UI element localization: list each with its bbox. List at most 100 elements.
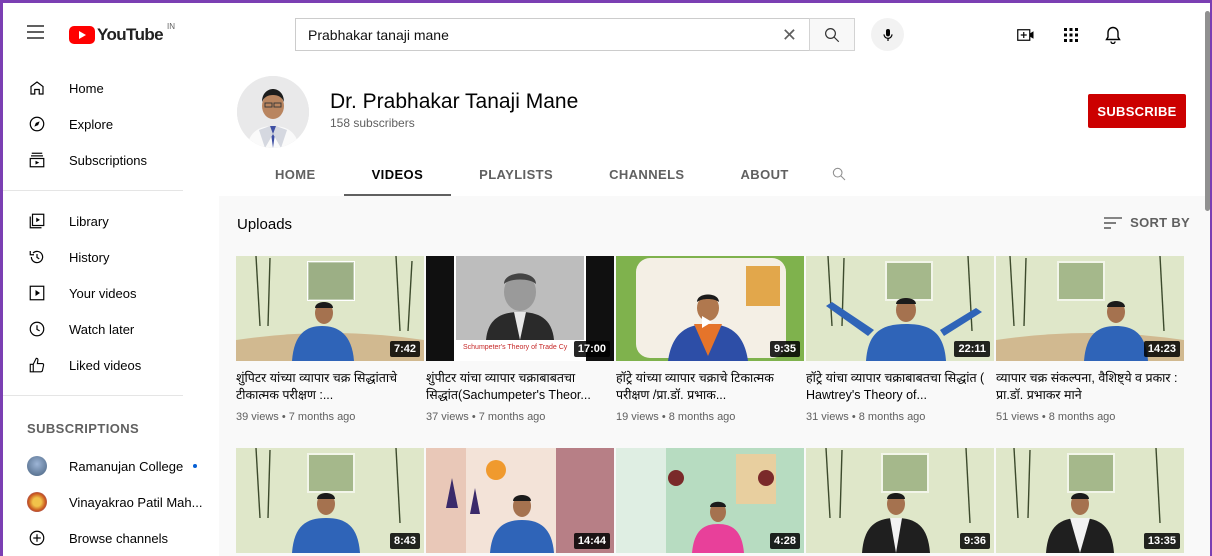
search-query: Prabhakar tanaji mane (308, 26, 449, 43)
sidebar-item-home[interactable]: Home (3, 70, 219, 106)
sidebar-channel-label: Ramanujan College (69, 458, 184, 474)
video-thumbnail[interactable]: 13:35 (996, 448, 1184, 553)
video-meta: 19 views • 8 months ago (616, 411, 736, 423)
new-content-dot (193, 464, 198, 468)
apps-icon[interactable] (1061, 25, 1081, 45)
sidebar-channel-ramanujan[interactable]: Ramanujan College (3, 448, 219, 484)
search-button[interactable] (809, 18, 855, 51)
page-scrollbar[interactable] (1205, 11, 1210, 211)
youtube-logo[interactable]: YouTube IN (69, 21, 175, 45)
video-duration: 14:44 (573, 533, 610, 549)
video-title[interactable]: शुंपीटर यांचा व्यापार चक्राबाबतचा सिद्धा… (426, 370, 614, 404)
channel-header: Dr. Prabhakar Tanaji Mane 158 subscriber… (219, 58, 1210, 196)
video-card[interactable]: 4:28 (616, 448, 804, 553)
video-card[interactable]: 7:42 शुंपिटर यांच्या व्यापार चक्र सिद्धा… (236, 256, 424, 423)
tab-playlists[interactable]: PLAYLISTS (451, 152, 581, 196)
video-thumbnail[interactable]: 14:23 (996, 256, 1184, 361)
create-icon[interactable] (1016, 25, 1036, 45)
your-videos-icon (27, 283, 47, 303)
sidebar-divider (3, 395, 183, 396)
sidebar-item-label: Liked videos (69, 357, 142, 373)
mic-icon (882, 28, 893, 41)
sidebar-item-label: Your videos (69, 285, 137, 301)
video-card[interactable]: 14:44 (426, 448, 614, 553)
sidebar: Home Explore Subscriptions Library Histo… (3, 58, 219, 556)
tab-videos[interactable]: VIDEOS (343, 152, 452, 196)
sidebar-channel-vinayakrao[interactable]: Vinayakrao Patil Mah... (3, 484, 219, 520)
video-title[interactable]: व्यापार चक्र संकल्पना, वैशिष्ट्ये व प्रक… (996, 370, 1184, 404)
video-card[interactable]: Schumpeter's Theory of Trade Cy 17:00 शु… (426, 256, 614, 423)
video-thumbnail[interactable]: 8:43 (236, 448, 424, 553)
video-card[interactable]: 13:35 (996, 448, 1184, 553)
browser-frame: YouTube IN Prabhakar tanaji mane ✕ Home (0, 0, 1212, 556)
video-meta: 31 views • 8 months ago (806, 411, 926, 423)
video-duration: 17:00 (573, 341, 610, 357)
clock-icon (27, 319, 47, 339)
browse-channels[interactable]: Browse channels (3, 520, 219, 556)
channel-avatar[interactable] (237, 76, 309, 148)
sidebar-item-label: History (69, 249, 110, 265)
video-title[interactable]: हॉट्रे यांच्या व्यापार चक्राचे टिकात्मक … (616, 370, 804, 404)
tab-channels[interactable]: CHANNELS (581, 152, 712, 196)
browse-channels-label: Browse channels (69, 530, 168, 546)
channel-avatar (27, 456, 47, 476)
video-thumbnail[interactable]: 7:42 (236, 256, 424, 361)
sidebar-item-watch-later[interactable]: Watch later (3, 311, 219, 347)
subscriptions-heading: SUBSCRIPTIONS (27, 420, 140, 436)
thumbnail-caption: Schumpeter's Theory of Trade Cy (463, 344, 568, 351)
video-thumbnail[interactable]: 9:35 (616, 256, 804, 361)
video-meta: 39 views • 7 months ago (236, 411, 356, 423)
voice-search-button[interactable] (871, 18, 904, 51)
video-duration: 9:35 (769, 341, 800, 357)
sort-label: SORT BY (1130, 215, 1190, 230)
video-duration: 8:43 (389, 533, 420, 549)
uploads-heading: Uploads (237, 216, 293, 233)
video-card[interactable]: 22:11 हॉट्रे यांचा व्यापार चक्राबाबतचा स… (806, 256, 994, 423)
video-title[interactable]: शुंपिटर यांच्या व्यापार चक्र सिद्धांताचे… (236, 370, 424, 404)
video-card[interactable]: 9:36 (806, 448, 994, 553)
video-card[interactable]: 9:35 हॉट्रे यांच्या व्यापार चक्राचे टिका… (616, 256, 804, 423)
video-card[interactable]: 8:43 (236, 448, 424, 553)
sidebar-item-label: Library (69, 213, 109, 229)
sidebar-channel-label: Vinayakrao Patil Mah... (69, 494, 203, 510)
channel-search-icon[interactable] (817, 152, 847, 196)
country-code: IN (167, 21, 175, 31)
video-card[interactable]: 14:23 व्यापार चक्र संकल्पना, वैशिष्ट्ये … (996, 256, 1184, 423)
sidebar-item-explore[interactable]: Explore (3, 106, 219, 142)
history-icon (27, 247, 47, 267)
sidebar-divider (3, 190, 183, 191)
subscribe-button[interactable]: SUBSCRIBE (1088, 94, 1186, 128)
video-thumbnail[interactable]: 14:44 (426, 448, 614, 553)
video-thumbnail[interactable]: 4:28 (616, 448, 804, 553)
subscriptions-icon (27, 150, 47, 170)
video-duration: 7:42 (389, 341, 420, 357)
sidebar-item-label: Watch later (69, 321, 135, 337)
menu-icon[interactable] (27, 25, 44, 39)
notifications-icon[interactable] (1103, 25, 1123, 45)
library-icon (27, 211, 47, 231)
sidebar-item-liked-videos[interactable]: Liked videos (3, 347, 219, 383)
video-thumbnail[interactable]: 22:11 (806, 256, 994, 361)
tab-home[interactable]: HOME (247, 152, 344, 196)
sort-icon (1104, 216, 1123, 229)
sidebar-item-subscriptions[interactable]: Subscriptions (3, 142, 219, 178)
video-duration: 4:28 (769, 533, 800, 549)
video-thumbnail[interactable]: Schumpeter's Theory of Trade Cy 17:00 (426, 256, 614, 361)
search-icon (825, 27, 840, 42)
main-content: Dr. Prabhakar Tanaji Mane 158 subscriber… (219, 58, 1210, 556)
sidebar-item-library[interactable]: Library (3, 203, 219, 239)
video-duration: 22:11 (954, 341, 990, 357)
video-thumbnail[interactable]: 9:36 (806, 448, 994, 553)
video-title[interactable]: हॉट्रे यांचा व्यापार चक्राबाबतचा सिद्धां… (806, 370, 994, 404)
sidebar-item-label: Subscriptions (69, 152, 148, 168)
sidebar-item-history[interactable]: History (3, 239, 219, 275)
video-meta: 37 views • 7 months ago (426, 411, 546, 423)
sidebar-item-your-videos[interactable]: Your videos (3, 275, 219, 311)
sort-by-button[interactable]: SORT BY (1104, 215, 1190, 230)
search-input[interactable]: Prabhakar tanaji mane ✕ (295, 18, 809, 51)
youtube-play-icon (69, 26, 95, 44)
add-circle-icon (27, 528, 47, 548)
tab-about[interactable]: ABOUT (713, 152, 817, 196)
clear-icon[interactable]: ✕ (782, 25, 797, 46)
video-meta: 51 views • 8 months ago (996, 411, 1116, 423)
